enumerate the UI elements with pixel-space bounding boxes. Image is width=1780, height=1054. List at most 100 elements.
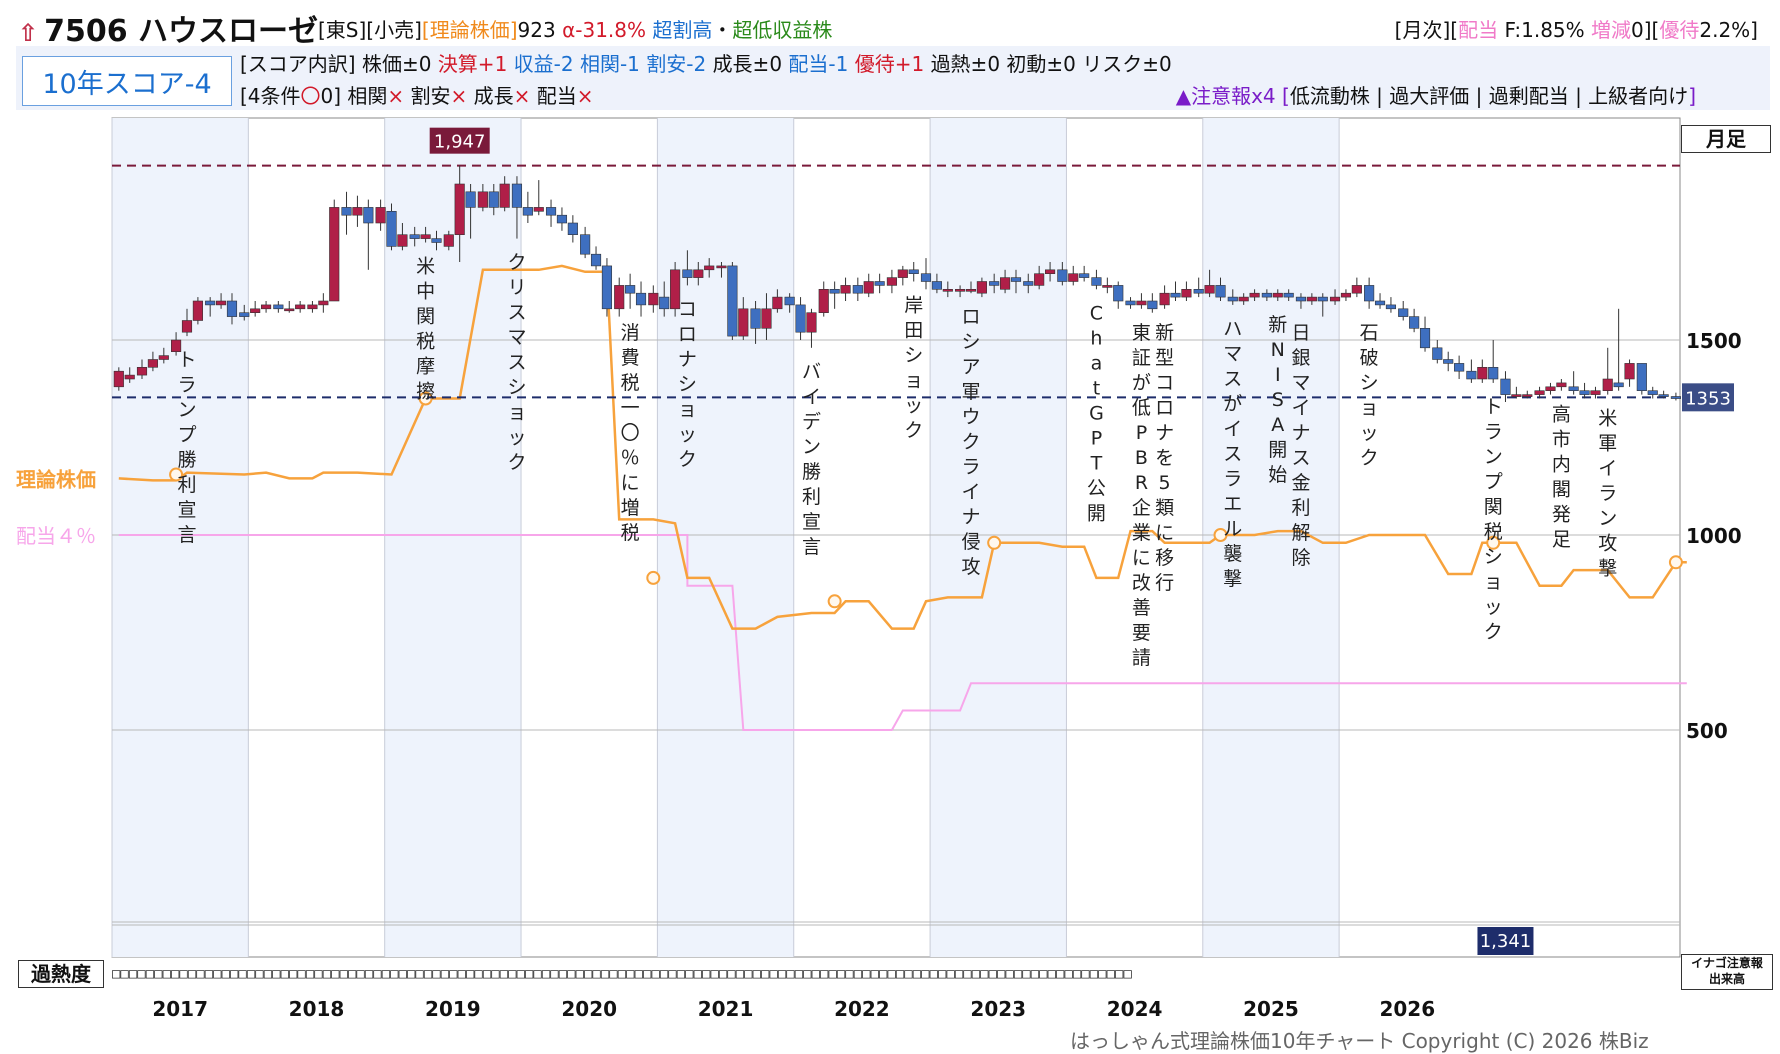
candle-body: [784, 296, 795, 306]
x-year-label: 2019: [425, 997, 481, 1021]
event-char: 宣: [802, 511, 821, 533]
event-char: を: [1155, 447, 1174, 469]
x-year-label: 2020: [561, 997, 617, 1021]
candle-body: [273, 304, 284, 310]
candle-body: [261, 304, 272, 310]
event-char: ク: [507, 452, 526, 474]
candle-body: [614, 285, 625, 310]
event-char: ス: [507, 352, 526, 374]
candle-body: [533, 207, 544, 212]
event-char: 低: [1132, 397, 1151, 419]
candle-body: [295, 304, 306, 310]
inago-warning-label: イナゴ注意報: [1691, 956, 1763, 970]
event-char: ％: [621, 447, 640, 469]
event-char: 襲: [1223, 543, 1242, 565]
candle-body: [454, 183, 465, 236]
event-char: プ: [1484, 471, 1503, 493]
event-char: シ: [1484, 546, 1503, 568]
event-char: C: [1090, 302, 1103, 324]
event-char: a: [1091, 352, 1103, 374]
event-label: ロシア軍ウクライナ侵攻: [961, 306, 980, 578]
candle-body: [1351, 285, 1362, 294]
candle-body: [1329, 296, 1341, 302]
candle-body: [829, 288, 840, 294]
candle-body: [863, 281, 874, 294]
event-char: ウ: [961, 406, 980, 428]
candle-body: [1340, 292, 1352, 298]
event-char: 市: [1552, 429, 1571, 451]
candle-body: [1624, 363, 1635, 380]
event-char: ラ: [961, 456, 980, 478]
candle-body: [420, 234, 431, 239]
event-char: ラ: [177, 374, 196, 396]
event-char: G: [1089, 402, 1104, 424]
event-char: T: [1090, 452, 1103, 474]
candle-body: [1670, 396, 1681, 399]
candle-body: [704, 265, 715, 271]
event-char: イ: [1223, 418, 1242, 440]
candle-body: [1545, 386, 1556, 391]
candle-body: [716, 265, 727, 269]
candle-body: [1045, 269, 1056, 274]
candle-body: [511, 183, 523, 208]
candle-body: [818, 288, 829, 313]
event-char: ア: [961, 356, 980, 378]
candle-body: [1000, 277, 1011, 290]
event-char: 利: [802, 486, 821, 508]
event-char: 石: [1360, 322, 1379, 344]
event-char: R: [1135, 472, 1148, 494]
x-year-label: 2021: [698, 997, 754, 1021]
event-char: シ: [678, 373, 697, 395]
event-char: N: [1271, 339, 1285, 361]
event-char: 攻: [1598, 533, 1617, 555]
event-char: 軍: [1598, 433, 1617, 455]
event-char: ョ: [904, 370, 923, 392]
event-char: 解: [1291, 522, 1310, 544]
event-char: エ: [1223, 493, 1242, 515]
candle-body: [205, 300, 216, 306]
candle-body: [795, 304, 806, 333]
candle-body: [931, 281, 942, 290]
event-char: ト: [1484, 396, 1503, 418]
candle-body: [124, 374, 135, 380]
candle-body: [1227, 296, 1238, 302]
candle-body: [147, 359, 158, 368]
event-char: 税: [416, 331, 435, 353]
candle-body: [1068, 273, 1079, 282]
event-char: 利: [1291, 497, 1310, 519]
event-char: 内: [1552, 454, 1571, 476]
candle-body: [601, 265, 613, 310]
event-char: 侵: [961, 531, 980, 553]
event-char: ナ: [678, 348, 697, 370]
event-char: ル: [1223, 518, 1242, 540]
event-char: ロ: [678, 323, 697, 345]
event-char: ナ: [961, 506, 980, 528]
event-char: ロ: [1155, 397, 1174, 419]
event-char: 始: [1268, 464, 1287, 486]
event-char: ッ: [1360, 422, 1379, 444]
volume-label: 出来高: [1708, 972, 1745, 986]
event-char: S: [1272, 389, 1284, 411]
candle-body: [431, 238, 442, 243]
event-char: ョ: [1360, 397, 1379, 419]
event-char: ラ: [1484, 421, 1503, 443]
x-year-label: 2024: [1107, 997, 1163, 1021]
candle-body: [1136, 300, 1147, 306]
event-char: マ: [1291, 372, 1310, 394]
event-char: 宣: [177, 499, 196, 521]
candle-body: [352, 207, 363, 216]
event-char: ク: [507, 252, 526, 274]
event-char: 業: [1132, 522, 1151, 544]
event-char: シ: [507, 377, 526, 399]
event-label: ハマスがイスラエル襲撃: [1223, 318, 1242, 590]
candle-body: [635, 292, 647, 306]
candle-body: [1443, 359, 1454, 364]
event-char: 移: [1155, 547, 1174, 569]
theory-marker: [987, 535, 1002, 550]
event-label: コロナショック: [678, 298, 697, 470]
event-char: 開: [1268, 439, 1287, 461]
candle-body: [556, 214, 568, 224]
candle-body: [1534, 390, 1545, 395]
candle-body: [216, 300, 227, 306]
event-char: 銀: [1291, 347, 1310, 369]
